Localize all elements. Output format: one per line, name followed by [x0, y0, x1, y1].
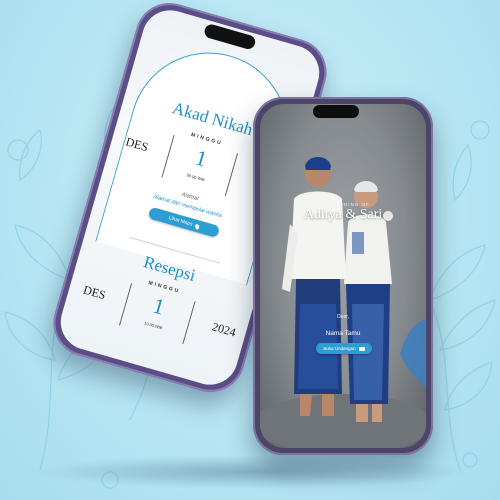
dynamic-island [313, 105, 359, 118]
greeting-text: Dear, [337, 314, 349, 320]
map-pin-icon [194, 222, 201, 230]
phone-front-cover: THE WEDDING OF Aditya & Sari Dear, Nama … [253, 97, 433, 455]
open-invitation-label: Buka Undangan [323, 346, 356, 351]
couple-photo [260, 157, 426, 448]
open-invitation-button[interactable]: Buka Undangan [316, 343, 372, 354]
cover-screen: THE WEDDING OF Aditya & Sari Dear, Nama … [260, 104, 426, 448]
envelope-icon [358, 346, 365, 351]
guest-name: Nama Tamu [325, 330, 361, 337]
couple-names: Aditya & Sari [303, 207, 383, 222]
phone-shadow [30, 455, 470, 489]
